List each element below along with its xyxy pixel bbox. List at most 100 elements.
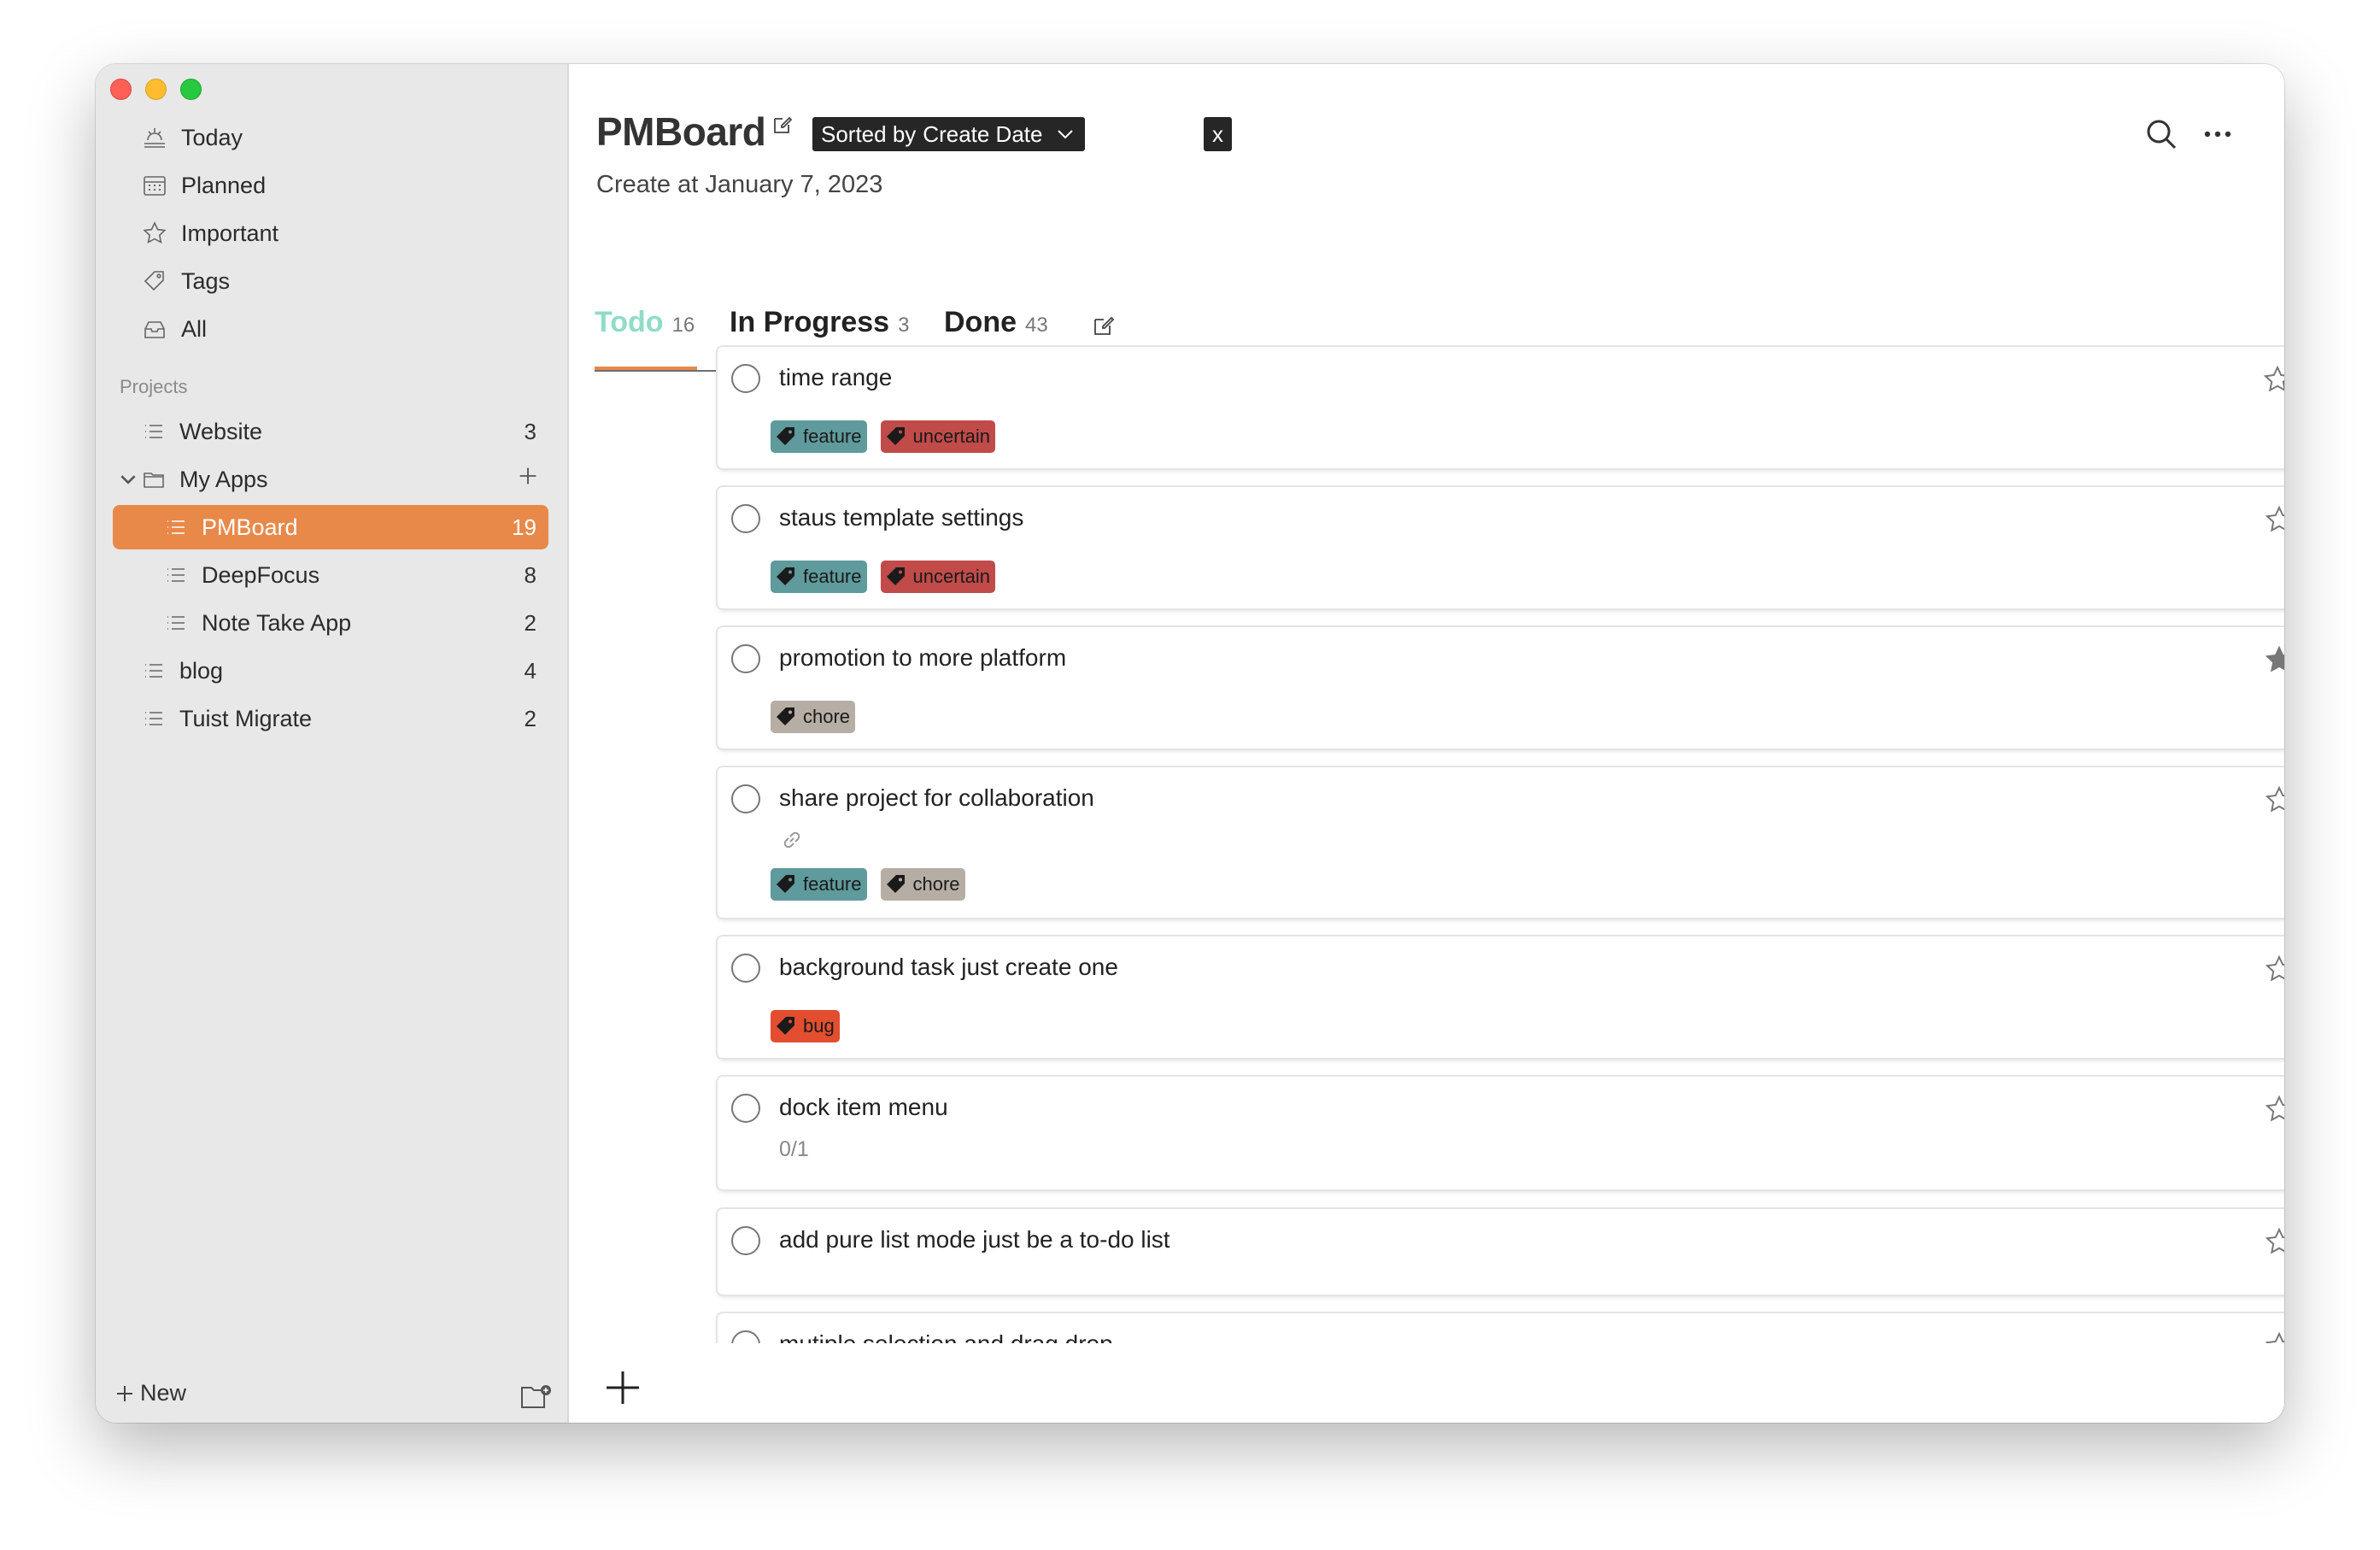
star-icon[interactable] bbox=[2264, 1226, 2284, 1257]
tag-chore[interactable]: chore bbox=[771, 701, 856, 733]
tag-icon bbox=[777, 707, 794, 725]
tag-uncertain[interactable]: uncertain bbox=[880, 561, 996, 593]
task-card[interactable]: dock item menu 0/1 bbox=[718, 1077, 2284, 1189]
tag-feature[interactable]: feature bbox=[771, 868, 867, 901]
sidebar-item-label: Tags bbox=[181, 267, 231, 294]
star-icon bbox=[140, 219, 169, 248]
project-label: Tuist Migrate bbox=[179, 705, 313, 731]
window-controls bbox=[110, 79, 202, 100]
star-icon[interactable] bbox=[2264, 1330, 2284, 1343]
tag-bug[interactable]: bug bbox=[771, 1010, 840, 1042]
list-icon bbox=[140, 705, 167, 732]
projects-section-title: Projects bbox=[120, 376, 188, 397]
new-folder-icon[interactable] bbox=[519, 1382, 554, 1411]
task-card[interactable]: background task just create one bug bbox=[718, 936, 2284, 1058]
star-icon[interactable] bbox=[2264, 1094, 2284, 1124]
sidebar-item-label: Important bbox=[181, 220, 279, 246]
subtask-progress: 0/1 bbox=[779, 1137, 809, 1161]
project-website[interactable]: Website 3 bbox=[113, 409, 548, 454]
calendar-icon bbox=[140, 171, 169, 200]
tag-icon bbox=[777, 427, 794, 445]
sidebar-item-planned[interactable]: Planned bbox=[140, 167, 266, 204]
complete-checkbox[interactable] bbox=[731, 784, 760, 813]
plus-icon bbox=[117, 1385, 132, 1401]
close-window-button[interactable] bbox=[110, 79, 132, 100]
project-label: My Apps bbox=[179, 466, 268, 492]
list-icon bbox=[162, 561, 190, 589]
folder-icon bbox=[140, 466, 167, 493]
task-title: share project for collaboration bbox=[779, 784, 1094, 811]
tag-uncertain[interactable]: uncertain bbox=[880, 420, 996, 453]
task-card[interactable]: staus template settings feature uncertai… bbox=[718, 487, 2284, 608]
tag-icon bbox=[886, 427, 905, 445]
project-count: 19 bbox=[512, 514, 536, 540]
project-pmboard[interactable]: PMBoard 19 bbox=[113, 505, 548, 549]
sidebar-item-today[interactable]: Today bbox=[140, 119, 243, 156]
sidebar: Today Planned Important Tags All Project… bbox=[96, 64, 569, 1423]
project-label: DeepFocus bbox=[202, 561, 320, 588]
tag-feature[interactable]: feature bbox=[771, 420, 867, 453]
add-project-icon[interactable] bbox=[516, 464, 540, 494]
app-window: Today Planned Important Tags All Project… bbox=[96, 64, 2284, 1423]
project-deepfocus[interactable]: DeepFocus 8 bbox=[113, 553, 548, 597]
tag-feature[interactable]: feature bbox=[771, 561, 867, 593]
sidebar-item-label: Planned bbox=[181, 172, 267, 198]
tag-chore[interactable]: chore bbox=[880, 868, 965, 901]
complete-checkbox[interactable] bbox=[731, 644, 760, 673]
chevron-down-icon[interactable] bbox=[116, 467, 140, 491]
complete-checkbox[interactable] bbox=[731, 1330, 760, 1343]
star-icon[interactable] bbox=[2264, 954, 2284, 984]
task-tags: bug bbox=[771, 1010, 840, 1042]
complete-checkbox[interactable] bbox=[731, 504, 760, 533]
sunrise-icon bbox=[140, 123, 169, 152]
list-icon bbox=[162, 514, 190, 541]
minimize-window-button[interactable] bbox=[145, 79, 167, 100]
task-tags: feature chore bbox=[771, 868, 965, 901]
task-title: background task just create one bbox=[779, 954, 1118, 980]
sidebar-footer: New bbox=[106, 1380, 559, 1414]
new-list-button[interactable]: New bbox=[114, 1380, 186, 1406]
sidebar-item-all[interactable]: All bbox=[140, 310, 207, 348]
tray-icon bbox=[140, 314, 169, 343]
star-icon[interactable] bbox=[2262, 364, 2284, 395]
sidebar-item-important[interactable]: Important bbox=[140, 214, 278, 252]
tag-label: feature bbox=[803, 426, 862, 447]
star-filled-icon[interactable] bbox=[2264, 644, 2284, 675]
star-icon[interactable] bbox=[2264, 784, 2284, 815]
complete-checkbox[interactable] bbox=[731, 1226, 760, 1255]
tag-icon bbox=[777, 1017, 794, 1035]
tag-label: chore bbox=[912, 873, 960, 895]
task-title: time range bbox=[779, 364, 893, 390]
task-card[interactable]: time range feature uncertain bbox=[718, 347, 2284, 468]
tag-icon bbox=[140, 267, 169, 296]
project-group-my-apps[interactable]: My Apps bbox=[113, 457, 548, 502]
list-icon bbox=[140, 657, 167, 684]
complete-checkbox[interactable] bbox=[731, 364, 760, 393]
task-list: time range feature uncertain staus templ bbox=[569, 64, 2284, 1343]
task-card[interactable]: promotion to more platform chore bbox=[718, 627, 2284, 749]
complete-checkbox[interactable] bbox=[731, 954, 760, 983]
zoom-window-button[interactable] bbox=[180, 79, 202, 100]
complete-checkbox[interactable] bbox=[731, 1094, 760, 1123]
tag-icon bbox=[886, 567, 905, 585]
project-tuist-migrate[interactable]: Tuist Migrate 2 bbox=[113, 696, 548, 741]
link-icon[interactable] bbox=[779, 827, 805, 853]
sidebar-item-tags[interactable]: Tags bbox=[140, 262, 230, 300]
tag-icon bbox=[886, 875, 905, 893]
project-count: 4 bbox=[524, 657, 536, 684]
task-title: add pure list mode just be a to-do list bbox=[779, 1226, 1170, 1253]
star-icon[interactable] bbox=[2264, 504, 2284, 535]
tag-label: feature bbox=[803, 566, 862, 587]
task-card[interactable]: add pure list mode just be a to-do list bbox=[718, 1209, 2284, 1295]
project-count: 2 bbox=[524, 609, 536, 636]
task-card[interactable]: share project for collaboration feature … bbox=[718, 767, 2284, 918]
project-label: Website bbox=[179, 418, 263, 444]
list-icon bbox=[162, 609, 190, 637]
project-note-take-app[interactable]: Note Take App 2 bbox=[113, 601, 548, 645]
add-task-button[interactable] bbox=[603, 1368, 642, 1407]
project-blog[interactable]: blog 4 bbox=[113, 649, 548, 693]
new-list-label: New bbox=[140, 1380, 187, 1406]
task-card[interactable]: mutiple selection and drag drop bbox=[718, 1313, 2284, 1343]
tag-label: chore bbox=[803, 706, 851, 727]
project-label: Note Take App bbox=[202, 609, 352, 636]
